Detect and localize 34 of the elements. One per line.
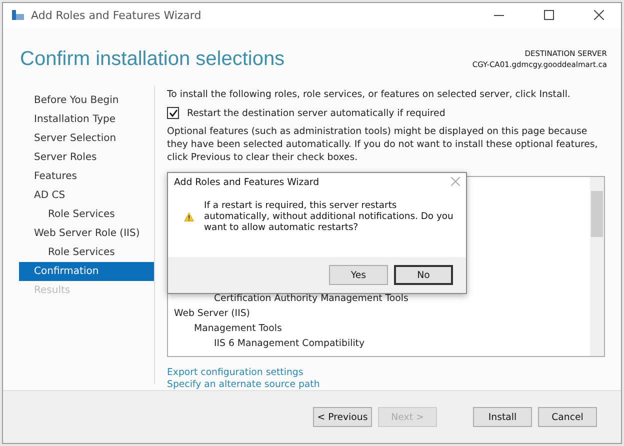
sidebar-item[interactable]: Installation Type <box>19 110 154 130</box>
sidebar-item[interactable]: Role Services <box>19 205 154 224</box>
sidebar-item[interactable]: Server Roles <box>19 148 154 168</box>
selection-item: IIS 6 Management Compatibility <box>213 338 366 352</box>
scrollbar[interactable] <box>590 177 604 356</box>
close-icon[interactable] <box>594 10 604 20</box>
page-title: Confirm installation selections <box>20 48 285 71</box>
sidebar-item[interactable]: Role Services <box>19 243 154 262</box>
sidebar-item[interactable]: Features <box>19 167 154 186</box>
server-manager-icon <box>11 9 25 22</box>
maximize-icon[interactable] <box>544 10 554 20</box>
selection-item: Management Tools <box>193 323 283 336</box>
selection-item: Web Server (IIS) <box>174 308 251 322</box>
footer-button[interactable]: < Previous <box>313 407 372 428</box>
restart-label: Restart the destination server automatically if required <box>187 108 446 119</box>
selection-item: Certification Authority Management Tools <box>213 293 410 306</box>
dialog-message: If a restart is required, this server restarts automatically, without additional notifications. Do you want to allow automatic restarts? <box>204 200 454 234</box>
dialog-title: Add Roles and Features Wizard <box>174 177 320 188</box>
link[interactable]: Specify an alternate source path <box>167 379 320 390</box>
link[interactable]: Export configuration settings <box>167 367 304 378</box>
restart-checkbox[interactable] <box>167 107 179 120</box>
footer-button[interactable]: Cancel <box>538 407 597 428</box>
sidebar-item[interactable]: Confirmation <box>19 262 154 282</box>
sidebar-item[interactable]: Web Server Role (IIS) <box>19 224 154 244</box>
dialog-button[interactable]: Yes <box>329 265 388 286</box>
sidebar-item[interactable]: Server Selection <box>19 129 154 148</box>
dialog-button[interactable]: No <box>394 265 453 286</box>
minimize-icon[interactable] <box>494 14 504 16</box>
window-title: Add Roles and Features Wizard <box>31 8 202 22</box>
note-text: Optional features (such as administration tools) might be displayed on this page because they have been selected automatically. If you do not want to install these optional features, click Previous to clear their check boxes. <box>167 125 599 164</box>
sidebar-item[interactable]: Before You Begin <box>19 91 154 110</box>
footer-button[interactable]: Install <box>473 407 532 428</box>
sidebar-item[interactable]: AD CS <box>19 186 154 206</box>
intro-text: To install the following roles, role services, or features on selected server, click Install. <box>167 88 572 102</box>
